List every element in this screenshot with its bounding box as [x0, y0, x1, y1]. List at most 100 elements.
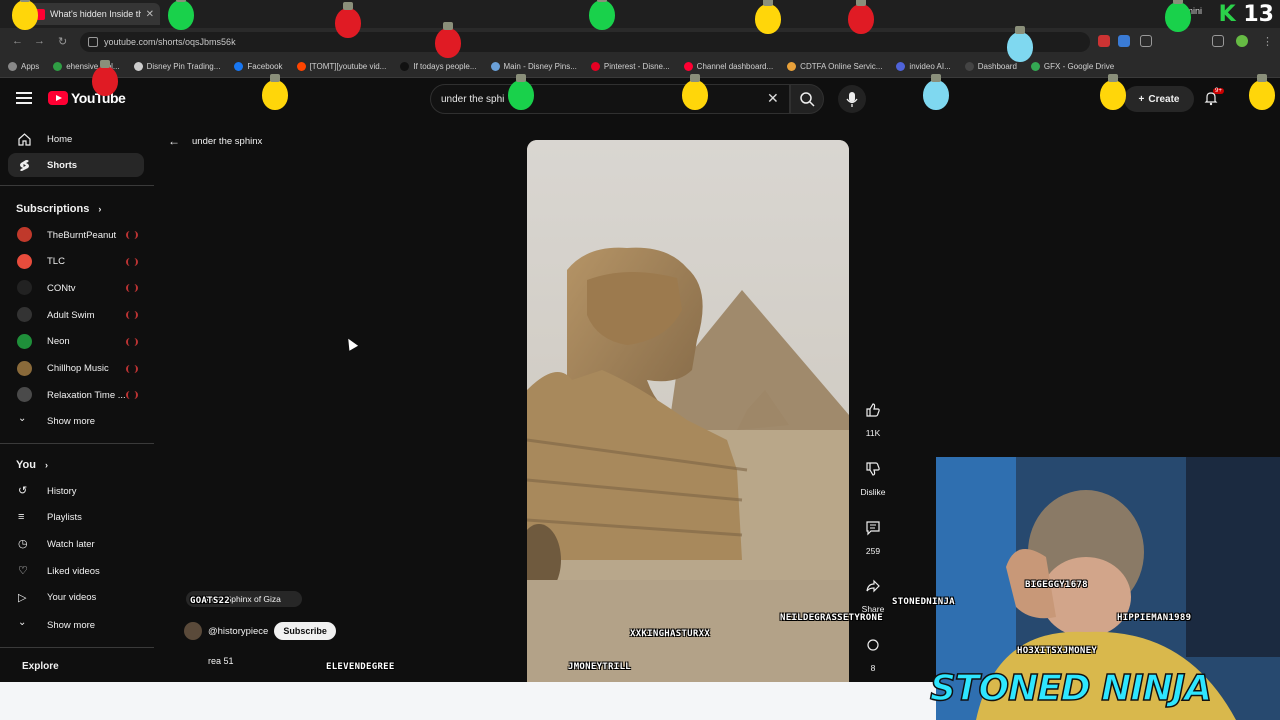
bookmark-item[interactable]: Apps — [8, 62, 39, 71]
bookmark-item[interactable]: [TOMT][youtube vid... — [296, 62, 386, 71]
browser-tab[interactable]: What's hidden Inside th ✕ — [28, 3, 160, 25]
sidebar-item-subscription[interactable]: TLC — [8, 250, 144, 274]
sidebar-item-subscription[interactable]: Adult Swim — [8, 303, 144, 327]
bookmark-label: Facebook — [247, 62, 283, 71]
bookmark-item[interactable]: CDTFA Online Servic... — [787, 62, 882, 71]
like-button[interactable]: 11K — [853, 402, 893, 438]
sidebar-item-your-videos[interactable]: ▷ Your videos — [8, 586, 144, 610]
channel-avatar[interactable] — [184, 622, 202, 640]
bookmark-item[interactable]: If todays people... — [400, 62, 477, 71]
comment-count: 259 — [865, 546, 881, 556]
share-arrow-icon — [866, 579, 880, 593]
christmas-light-decoration — [92, 60, 118, 96]
browser-menu-icon[interactable]: ⋮ — [1262, 35, 1273, 48]
bookmark-favicon-icon — [787, 62, 797, 71]
bookmark-item[interactable]: Pinterest - Disne... — [590, 62, 670, 71]
menu-icon[interactable] — [16, 92, 32, 104]
voice-search-button[interactable] — [838, 85, 866, 113]
show-more-subscriptions[interactable]: ⌄ Show more — [8, 409, 144, 433]
url-field[interactable]: youtube.com/shorts/oqsJbms56k — [80, 32, 1090, 52]
mouse-cursor-icon — [343, 336, 359, 351]
chevron-down-icon: ⌄ — [18, 617, 27, 628]
bookmark-item[interactable]: Channel dashboard... — [683, 62, 773, 71]
dislike-button[interactable]: Dislike — [853, 461, 893, 497]
christmas-light-decoration — [923, 74, 949, 110]
create-button[interactable]: + Create — [1124, 86, 1194, 112]
sidebar-item-subscription[interactable]: CONtv — [8, 276, 144, 300]
bookmark-item[interactable]: GFX - Google Drive — [1030, 62, 1115, 71]
live-indicator-icon — [126, 337, 138, 346]
sidebar-item-subscription[interactable]: Relaxation Time ... — [8, 383, 144, 407]
live-indicator-icon — [126, 257, 138, 266]
sidebar-divider — [0, 443, 154, 444]
chat-nickname: HIPPIEMAN1989 — [1117, 613, 1192, 623]
watch-later-icon: ◷ — [18, 538, 28, 551]
sidebar-item-subscription[interactable]: Chillhop Music — [8, 357, 144, 381]
show-more-you[interactable]: ⌄ Show more — [8, 613, 144, 637]
bookmark-favicon-icon — [1030, 62, 1040, 71]
remix-icon — [867, 639, 879, 651]
short-title[interactable]: rea 51 — [208, 656, 234, 666]
extension-icon[interactable] — [1098, 35, 1110, 47]
bookmark-label: Apps — [21, 62, 40, 71]
bookmark-item[interactable]: invideo AI... — [896, 62, 951, 71]
forward-icon[interactable]: → — [34, 35, 45, 47]
christmas-light-decoration — [12, 0, 38, 30]
extension-icon[interactable] — [1118, 35, 1130, 47]
back-to-search[interactable]: ← under the sphinx — [168, 134, 262, 148]
search-input[interactable]: under the sphi — [430, 84, 790, 114]
stream-name-banner: STONED NINJA — [929, 667, 1213, 710]
sidebar-item-label: TheBurntPeanut — [47, 229, 117, 241]
sidebar-item-liked-videos[interactable]: ♡ Liked videos — [8, 559, 144, 583]
tab-close-icon[interactable]: ✕ — [146, 9, 154, 20]
comments-button[interactable]: 259 — [853, 520, 893, 556]
bookmark-favicon-icon — [590, 62, 600, 71]
chat-nickname: HO3XITSXJMONEY — [1017, 646, 1098, 656]
sidebar-item-subscription[interactable]: TheBurntPeanut — [8, 223, 144, 247]
liked-icon: ♡ — [18, 565, 28, 578]
youtube-play-icon — [48, 91, 68, 105]
bookmark-label: Main - Disney Pins... — [503, 62, 577, 71]
search-button[interactable] — [790, 84, 824, 114]
sidebar-item-label: Adult Swim — [47, 309, 95, 321]
sidebar-item-shorts[interactable]: Shorts — [8, 153, 144, 177]
subscribe-button[interactable]: Subscribe — [274, 622, 336, 640]
sidebar-divider — [0, 185, 154, 186]
sidebar-item-history[interactable]: ↺ History — [8, 479, 144, 503]
bookmark-item[interactable]: Main - Disney Pins... — [490, 62, 577, 71]
bookmark-favicon-icon — [400, 62, 410, 71]
sidebar-item-label: Playlists — [47, 512, 82, 524]
chat-nickname: NEILDEGRASSETYRONE — [780, 613, 883, 623]
chevron-right-icon: › — [45, 460, 49, 470]
you-header[interactable]: You › — [16, 459, 48, 471]
back-icon[interactable]: ← — [12, 35, 23, 47]
extensions-puzzle-icon[interactable] — [1140, 35, 1152, 47]
remix-button[interactable]: 8 — [853, 637, 893, 673]
bookmark-item[interactable]: Dashboard — [964, 62, 1017, 71]
address-bar-row: ← → ↻ youtube.com/shorts/oqsJbms56k ⋮ — [0, 28, 1280, 56]
sidebar-item-home[interactable]: Home — [8, 127, 144, 151]
bookmark-item[interactable]: Facebook — [234, 62, 283, 71]
reload-icon[interactable]: ↻ — [58, 35, 67, 48]
your-videos-icon: ▷ — [18, 591, 27, 604]
sidebar: Home Shorts Subscriptions › TheBurntPean… — [0, 122, 154, 682]
bookmark-item[interactable]: Disney Pin Trading... — [133, 62, 220, 71]
christmas-light-decoration — [1165, 0, 1191, 32]
sidebar-item-watch-later[interactable]: ◷ Watch later — [8, 532, 144, 556]
subscriptions-header[interactable]: Subscriptions › — [16, 203, 101, 215]
clear-search-icon[interactable]: ✕ — [767, 90, 779, 107]
chat-nickname: STONEDNINJA — [892, 597, 955, 607]
christmas-light-decoration — [1249, 74, 1275, 110]
profile-avatar-icon[interactable] — [1236, 35, 1248, 47]
sidebar-item-subscription[interactable]: Neon — [8, 330, 144, 354]
sidebar-item-playlists[interactable]: ≡ Playlists — [8, 506, 144, 530]
bookmark-label: GFX - Google Drive — [1043, 62, 1115, 71]
channel-handle[interactable]: @historypiece — [208, 626, 268, 637]
sidebar-item-label: Watch later — [47, 538, 95, 550]
url-text: youtube.com/shorts/oqsJbms56k — [104, 37, 236, 47]
christmas-light-decoration — [682, 74, 708, 110]
share-button[interactable]: Share — [853, 578, 893, 614]
site-info-icon[interactable] — [88, 37, 98, 47]
downloads-icon[interactable] — [1212, 35, 1224, 47]
bookmarks-bar: Apps ehensive Gol... Disney Pin Trading...… — [0, 56, 1280, 78]
